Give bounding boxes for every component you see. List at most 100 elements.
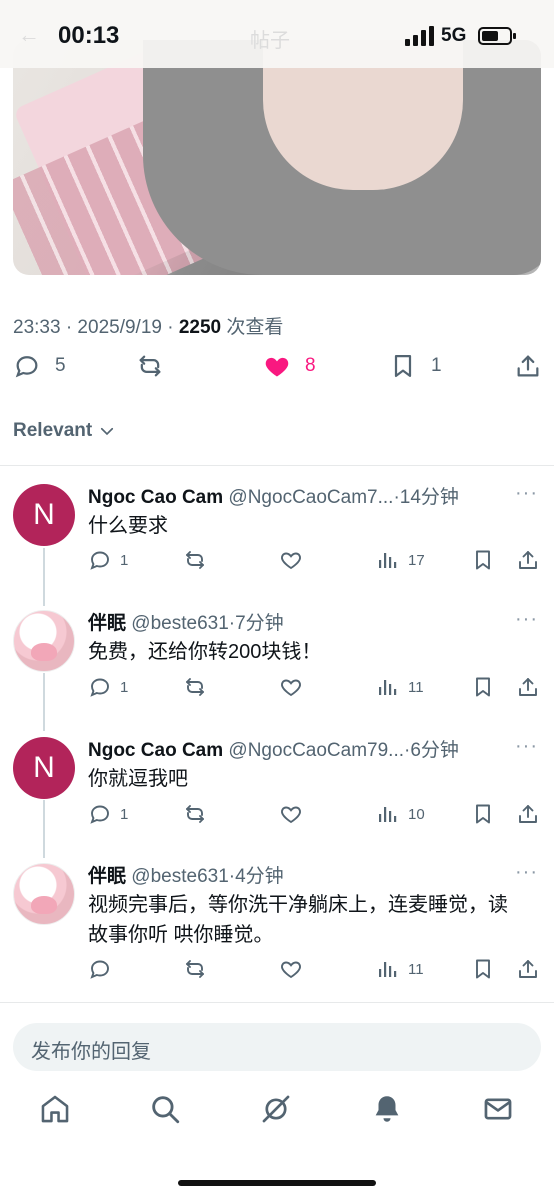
nav-messages[interactable] <box>481 1092 515 1126</box>
reply-composer-input[interactable]: 发布你的回复 <box>13 1023 541 1071</box>
header-title: 帖子 <box>250 30 290 52</box>
post-meta: 23:33 · 2025/9/19 · 2250 次查看 <box>13 312 283 339</box>
bell-icon <box>375 1096 399 1122</box>
reply-header: 伴眠 @beste631·7分钟 <box>88 608 284 635</box>
reply-icon <box>90 960 109 979</box>
reply-author-name[interactable]: 伴眠 <box>88 613 126 634</box>
avatar[interactable]: N <box>13 737 75 799</box>
avatar-face <box>31 643 57 661</box>
repost-button[interactable] <box>136 352 178 380</box>
reply-author-name[interactable]: Ngoc Cao Cam <box>88 740 223 761</box>
more-options-icon[interactable]: ··· <box>515 608 538 631</box>
back-arrow-icon[interactable]: ← <box>18 22 40 48</box>
reply-actions: 11 <box>88 957 542 987</box>
reply-button[interactable]: 1 <box>88 802 128 826</box>
bookmark-button[interactable] <box>471 675 495 699</box>
share-button[interactable] <box>516 957 540 981</box>
more-options-icon[interactable]: ··· <box>515 735 538 758</box>
reply-icon <box>90 678 109 697</box>
reply-text: 免费，还给你转200块钱！ <box>88 641 322 663</box>
reply-icon <box>90 805 109 824</box>
home-icon <box>41 1095 69 1123</box>
nav-search[interactable] <box>148 1092 182 1126</box>
status-bar: ← 帖子 00:13 5G <box>0 0 554 68</box>
reply-time: ·4分钟 <box>228 866 284 887</box>
avatar-face <box>31 896 57 914</box>
nav-notifications[interactable] <box>370 1092 404 1126</box>
reply-header: Ngoc Cao Cam @NgocCaoCam79...·6分钟 <box>88 735 459 762</box>
post-media-image[interactable] <box>13 40 541 275</box>
battery-icon <box>478 27 516 45</box>
chevron-down-icon <box>101 427 114 436</box>
share-icon <box>517 355 539 377</box>
share-button[interactable] <box>516 802 540 826</box>
reply-button[interactable]: 1 <box>88 675 128 699</box>
like-button[interactable] <box>279 675 303 699</box>
views-button[interactable]: 11 <box>376 957 424 981</box>
reply-time: ·7分钟 <box>228 613 284 634</box>
like-button[interactable] <box>279 957 303 981</box>
bookmark-button[interactable] <box>471 802 495 826</box>
reply-author-handle[interactable]: @NgocCaoCam79... <box>228 740 404 761</box>
bottom-nav <box>0 1092 554 1142</box>
heart-icon <box>281 552 301 570</box>
reply-button[interactable] <box>88 957 120 981</box>
repost-button[interactable] <box>183 957 207 981</box>
repost-button[interactable] <box>183 675 207 699</box>
reply-author-handle[interactable]: @beste631 <box>131 866 228 887</box>
share-button[interactable] <box>516 548 540 572</box>
like-button[interactable]: 8 <box>263 352 316 380</box>
reply-author-name[interactable]: Ngoc Cao Cam <box>88 487 223 508</box>
bookmark-icon <box>476 804 490 824</box>
nav-grok[interactable] <box>259 1092 293 1126</box>
avatar[interactable]: N <box>13 484 75 546</box>
repost-icon <box>186 805 204 823</box>
share-button[interactable] <box>514 352 542 380</box>
heart-icon <box>281 679 301 697</box>
reply-button[interactable]: 1 <box>88 548 128 572</box>
repost-button[interactable] <box>183 548 207 572</box>
bookmark-button[interactable] <box>471 957 495 981</box>
more-options-icon[interactable]: ··· <box>515 861 538 884</box>
reply-text: 什么要求 <box>88 515 168 537</box>
views-button[interactable]: 11 <box>376 675 424 699</box>
reply-actions: 1 11 <box>88 675 542 705</box>
heart-icon <box>281 806 301 824</box>
reply-actions: 1 10 <box>88 802 542 832</box>
more-options-icon[interactable]: ··· <box>515 482 538 505</box>
divider <box>0 465 554 466</box>
repost-button[interactable] <box>183 802 207 826</box>
bookmark-button[interactable] <box>471 548 495 572</box>
views-button[interactable]: 10 <box>376 802 425 826</box>
nav-home[interactable] <box>38 1092 72 1126</box>
divider <box>0 1002 554 1003</box>
share-icon <box>519 960 537 978</box>
sort-dropdown[interactable]: Relevant <box>13 420 116 442</box>
views-count: 11 <box>408 678 424 696</box>
repost-icon <box>186 551 204 569</box>
bookmark-button[interactable]: 1 <box>389 352 442 380</box>
views-icon <box>379 807 397 822</box>
reply-header: 伴眠 @beste631·4分钟 <box>88 861 284 888</box>
reply-time: ·14分钟 <box>393 487 459 508</box>
heart-icon <box>281 961 301 979</box>
reply-count: 5 <box>55 355 66 376</box>
reply-time: ·6分钟 <box>404 740 459 761</box>
thread-line <box>43 673 45 731</box>
share-button[interactable] <box>516 675 540 699</box>
avatar[interactable] <box>13 610 75 672</box>
share-icon <box>519 805 537 823</box>
like-button[interactable] <box>279 802 303 826</box>
views-button[interactable]: 17 <box>376 548 425 572</box>
like-button[interactable] <box>279 548 303 572</box>
bookmark-icon <box>394 354 412 378</box>
reply-author-handle[interactable]: @beste631 <box>131 613 228 634</box>
reply-button[interactable]: 5 <box>13 352 66 380</box>
avatar[interactable] <box>13 863 75 925</box>
heart-icon <box>265 357 289 377</box>
reply-count: 1 <box>120 678 129 696</box>
reply-author-name[interactable]: 伴眠 <box>88 866 126 887</box>
bookmark-icon <box>476 550 490 570</box>
reply-author-handle[interactable]: @NgocCaoCam7... <box>228 487 393 508</box>
post-views-label: 次查看 <box>221 317 284 338</box>
